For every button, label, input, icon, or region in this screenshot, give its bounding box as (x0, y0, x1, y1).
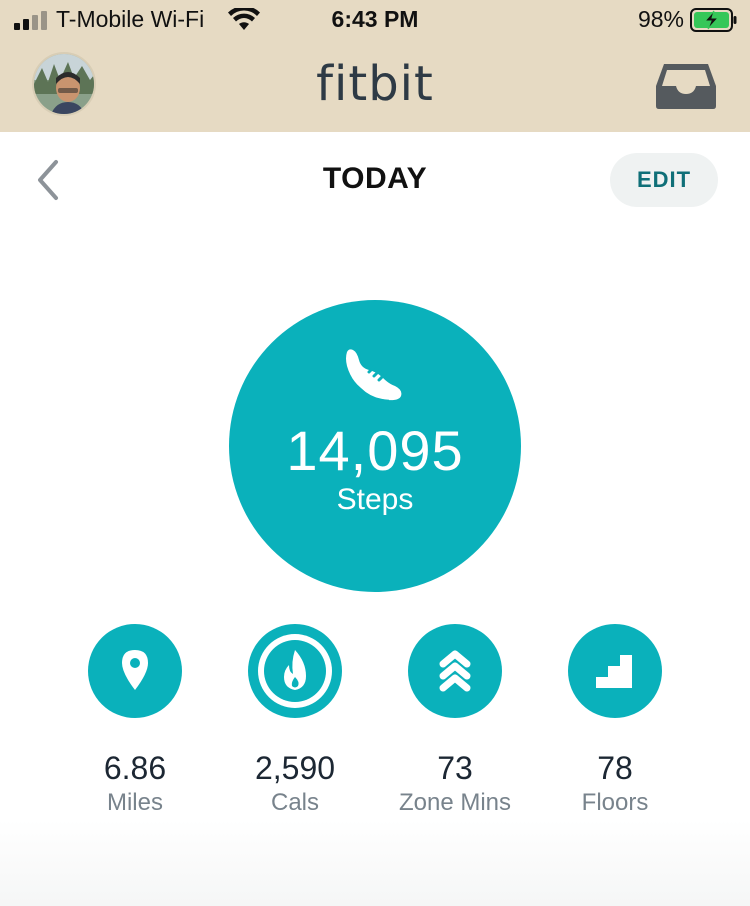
fitbit-logo: fitbit (316, 56, 434, 112)
edit-button[interactable]: EDIT (610, 153, 718, 207)
steps-tile[interactable]: 14,095 Steps (229, 300, 521, 592)
shoe-icon (346, 349, 402, 402)
steps-label: Steps (336, 483, 414, 516)
flame-icon (258, 634, 332, 708)
bottom-fade (0, 820, 750, 906)
status-bar: T-Mobile Wi-Fi 6:43 PM 98% (0, 0, 750, 42)
battery-charging-icon (690, 8, 737, 32)
zone-mins-value: 73 (437, 750, 473, 786)
cals-circle (248, 624, 342, 718)
stat-cals[interactable]: 2,590 Cals (205, 624, 385, 824)
zone-mins-label: Zone Mins (398, 789, 512, 816)
miles-circle (88, 624, 182, 718)
floors-value: 78 (597, 750, 633, 786)
stat-zone-mins[interactable]: 73 Zone Mins (365, 624, 545, 824)
cals-value: 2,590 (254, 750, 336, 786)
floors-circle (568, 624, 662, 718)
steps-value: 14,095 (286, 419, 464, 482)
stairs-icon (596, 655, 632, 688)
app-header: fitbit (0, 42, 750, 132)
zone-mins-circle (408, 624, 502, 718)
inbox-icon[interactable] (654, 62, 718, 110)
miles-label: Miles (106, 789, 163, 816)
battery-percent: 98% (637, 6, 684, 32)
stat-miles[interactable]: 6.86 Miles (45, 624, 225, 824)
miles-value: 6.86 (103, 750, 167, 786)
floors-label: Floors (581, 789, 649, 816)
stat-floors[interactable]: 78 Floors (525, 624, 705, 824)
location-pin-icon (122, 650, 148, 690)
chevrons-up-icon (439, 650, 471, 692)
cals-label: Cals (270, 789, 319, 816)
